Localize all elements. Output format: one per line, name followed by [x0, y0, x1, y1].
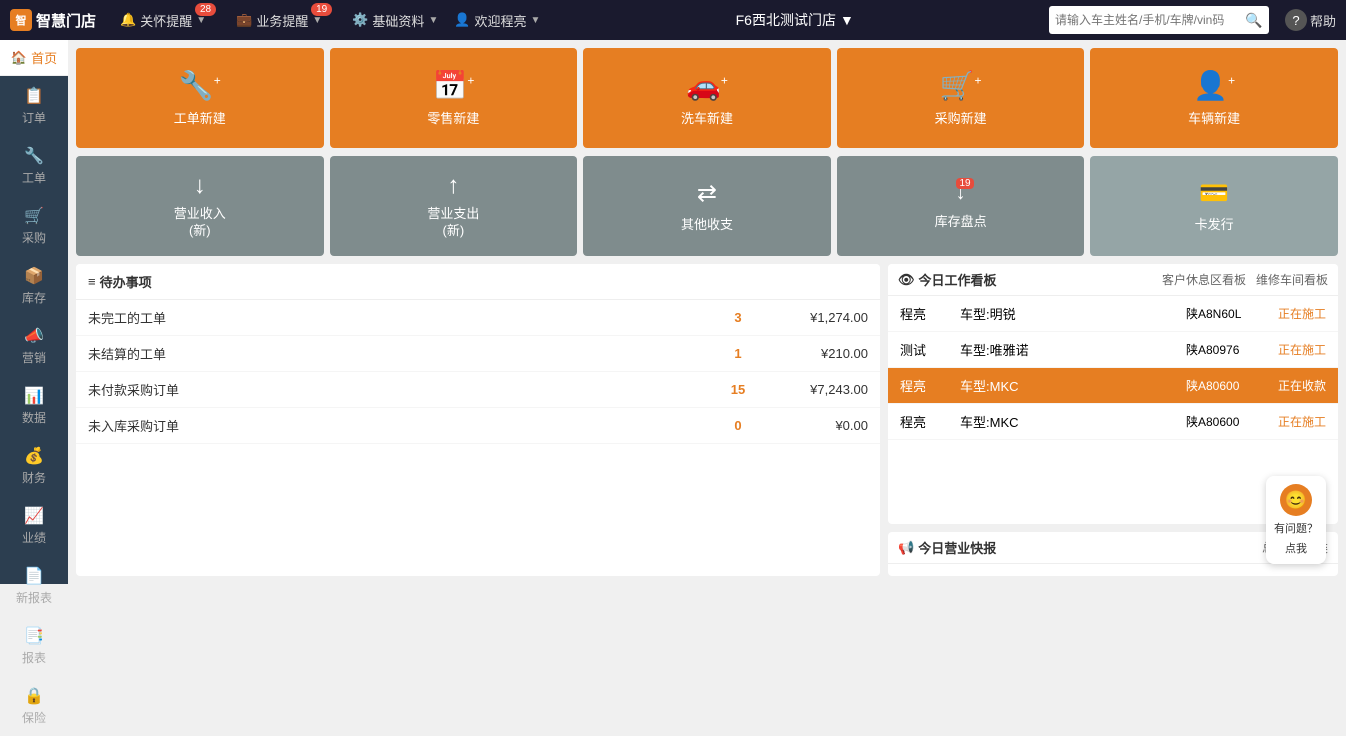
new-retail-button[interactable]: 📅+ 零售新建 — [330, 48, 578, 148]
sales-body: 今日收入 0.00 元 今日支出 22.00 元 — [888, 564, 1338, 576]
finance-icon: 💰 — [24, 446, 44, 466]
sidebar: 🏠 首页 📋 订单 🔧 工单 🛒 采购 📦 库存 📣 营销 📊 数据 💰 — [0, 40, 68, 584]
sidebar-item-workorder[interactable]: 🔧 工单 — [0, 136, 68, 196]
user-icon: 👤 — [454, 12, 470, 28]
car-plus-icon: 🚗+ — [686, 69, 728, 102]
inventory-icon: 📦 — [24, 266, 44, 286]
wb-row[interactable]: 程亮 车型:MKC 陕A80600 正在施工 — [888, 404, 1338, 440]
quick-actions-row1: 🔧+ 工单新建 📅+ 零售新建 🚗+ 洗车新建 🛒+ 采购新建 👤+ 车辆新建 — [76, 48, 1338, 148]
sidebar-item-finance[interactable]: 💰 财务 — [0, 436, 68, 496]
todo-row[interactable]: 未结算的工单 1 ¥210.00 — [76, 336, 880, 372]
search-icon[interactable]: 🔍 — [1245, 12, 1262, 29]
content-area: 🔧+ 工单新建 📅+ 零售新建 🚗+ 洗车新建 🛒+ 采购新建 👤+ 车辆新建 — [68, 40, 1346, 584]
main-layout: 🏠 首页 📋 订单 🔧 工单 🛒 采购 📦 库存 📣 营销 📊 数据 💰 — [0, 40, 1346, 584]
nav-business[interactable]: 💼 业务提醒 19 ▼ — [236, 11, 322, 30]
card-icon: 💳 — [1199, 179, 1229, 208]
todo-header: ≡ 待办事项 — [76, 264, 880, 300]
calendar-plus-icon: 📅+ — [432, 69, 474, 102]
bell-icon: 🔔 — [120, 12, 136, 28]
newreports-icon: 📄 — [24, 566, 44, 586]
tab-customer[interactable]: 客户休息区看板 — [1162, 271, 1246, 288]
marketing-icon: 📣 — [24, 326, 44, 346]
tab-workshop[interactable]: 维修车间看板 — [1256, 271, 1328, 288]
new-carwash-button[interactable]: 🚗+ 洗车新建 — [583, 48, 831, 148]
todo-panel: ≡ 待办事项 未完工的工单 3 ¥1,274.00 未结算的工单 1 ¥210.… — [76, 264, 880, 576]
home-icon: 🏠 — [11, 50, 27, 66]
sidebar-item-insurance[interactable]: 🔒 保险 — [0, 676, 68, 736]
work-board-header: 👁 今日工作看板 客户休息区看板 维修车间看板 — [888, 264, 1338, 296]
order-icon: 📋 — [24, 86, 44, 106]
remind-badge: 28 — [195, 3, 216, 16]
bottom-area: ≡ 待办事项 未完工的工单 3 ¥1,274.00 未结算的工单 1 ¥210.… — [76, 264, 1338, 576]
logo-icon: 智 — [10, 9, 32, 31]
wrench-plus-icon: 🔧+ — [179, 69, 221, 102]
sidebar-item-newreports[interactable]: 📄 新报表 — [0, 556, 68, 616]
top-nav: 智 智慧门店 🔔 关怀提醒 28 ▼ 💼 业务提醒 19 ▼ ⚙️ 基础资料 ▼… — [0, 0, 1346, 40]
help-bubble[interactable]: 😊 有问题？ 点我 — [1266, 476, 1326, 564]
workorder-icon: 🔧 — [24, 146, 44, 166]
cart-plus-icon: 🛒+ — [940, 69, 982, 102]
search-box[interactable]: 🔍 — [1049, 6, 1269, 34]
eye-icon: 👁 — [898, 272, 915, 288]
briefcase-icon: 💼 — [236, 12, 252, 28]
expense-icon: ↑ — [447, 172, 459, 200]
megaphone-icon: 📢 — [898, 540, 914, 556]
wb-row-active[interactable]: 程亮 车型:MKC 陕A80600 正在收款 — [888, 368, 1338, 404]
reports-icon: 📑 — [24, 626, 44, 646]
purchase-icon: 🛒 — [24, 206, 44, 226]
todo-table: 未完工的工单 3 ¥1,274.00 未结算的工单 1 ¥210.00 未付款采… — [76, 300, 880, 576]
other-income-button[interactable]: ⇄ 其他收支 — [583, 156, 831, 256]
revenue-icon: ↓ — [194, 172, 206, 200]
insurance-icon: 🔒 — [24, 686, 44, 706]
sidebar-item-marketing[interactable]: 📣 营销 — [0, 316, 68, 376]
workboard-tabs: 客户休息区看板 维修车间看板 — [1162, 271, 1328, 288]
nav-welcome[interactable]: 👤 欢迎程亮 ▼ — [454, 11, 540, 30]
todo-icon: ≡ — [88, 274, 96, 289]
card-issue-button[interactable]: 💳 卡发行 — [1090, 156, 1338, 256]
help-button[interactable]: ? 帮助 — [1285, 9, 1336, 31]
help-bubble-icon: 😊 — [1280, 484, 1312, 516]
new-purchase-button[interactable]: 🛒+ 采购新建 — [837, 48, 1085, 148]
business-badge: 19 — [311, 3, 332, 16]
sidebar-item-reports[interactable]: 📑 报表 — [0, 616, 68, 676]
store-name[interactable]: F6西北测试门店 ▼ — [736, 10, 854, 30]
sidebar-item-order[interactable]: 📋 订单 — [0, 76, 68, 136]
sidebar-item-data[interactable]: 📊 数据 — [0, 376, 68, 436]
nav-basic[interactable]: ⚙️ 基础资料 ▼ — [352, 11, 438, 30]
new-workorder-button[interactable]: 🔧+ 工单新建 — [76, 48, 324, 148]
work-board-title: 👁 今日工作看板 — [898, 270, 1152, 289]
todo-row[interactable]: 未入库采购订单 0 ¥0.00 — [76, 408, 880, 444]
todo-row[interactable]: 未完工的工单 3 ¥1,274.00 — [76, 300, 880, 336]
revenue-button[interactable]: ↓ 营业收入(新) — [76, 156, 324, 256]
quick-actions-row2: ↓ 营业收入(新) ↑ 营业支出(新) ⇄ 其他收支 ↓19 库存盘点 💳 卡发… — [76, 156, 1338, 256]
search-input[interactable] — [1055, 13, 1245, 27]
data-icon: 📊 — [24, 386, 44, 406]
inventory-check-button[interactable]: ↓19 库存盘点 — [837, 156, 1085, 256]
settings-icon: ⚙️ — [352, 12, 368, 28]
question-icon: ? — [1285, 9, 1307, 31]
wb-row[interactable]: 测试 车型:唯雅诺 陕A80976 正在施工 — [888, 332, 1338, 368]
sidebar-home[interactable]: 🏠 首页 — [0, 40, 68, 76]
sales-title: 📢 今日营业快报 — [898, 538, 1262, 557]
person-plus-icon: 👤+ — [1193, 69, 1235, 102]
nav-remind[interactable]: 🔔 关怀提醒 28 ▼ — [120, 11, 206, 30]
sidebar-item-inventory[interactable]: 📦 库存 — [0, 256, 68, 316]
transfer-icon: ⇄ — [697, 179, 717, 208]
sidebar-item-purchase[interactable]: 🛒 采购 — [0, 196, 68, 256]
performance-icon: 📈 — [24, 506, 44, 526]
expense-button[interactable]: ↑ 营业支出(新) — [330, 156, 578, 256]
todo-row[interactable]: 未付款采购订单 15 ¥7,243.00 — [76, 372, 880, 408]
new-vehicle-button[interactable]: 👤+ 车辆新建 — [1090, 48, 1338, 148]
logo[interactable]: 智 智慧门店 — [10, 9, 96, 31]
wb-row[interactable]: 程亮 车型:明锐 陕A8N60L 正在施工 — [888, 296, 1338, 332]
inventory-down-icon: ↓19 — [956, 182, 966, 205]
sidebar-item-performance[interactable]: 📈 业绩 — [0, 496, 68, 556]
